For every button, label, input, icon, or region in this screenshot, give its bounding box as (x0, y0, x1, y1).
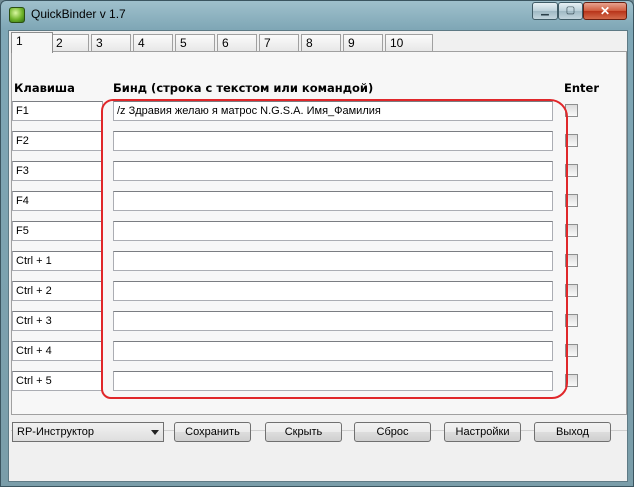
exit-button[interactable]: Выход (534, 422, 611, 442)
key-field[interactable]: F1 (12, 101, 103, 121)
bind-field[interactable] (113, 131, 553, 151)
enter-checkbox[interactable] (565, 284, 578, 297)
tab-10[interactable]: 10 (385, 34, 433, 52)
key-field[interactable]: Ctrl + 1 (12, 251, 103, 271)
profile-select-value: RP-Инструктор (17, 426, 95, 438)
window-title: QuickBinder v 1.7 (31, 7, 126, 21)
app-icon (9, 7, 25, 23)
tab-8[interactable]: 8 (301, 34, 341, 52)
tab-7[interactable]: 7 (259, 34, 299, 52)
reset-button[interactable]: Сброс (354, 422, 431, 442)
key-field[interactable]: F5 (12, 221, 103, 241)
key-field[interactable]: Ctrl + 4 (12, 341, 103, 361)
bind-field[interactable] (113, 191, 553, 211)
chevron-down-icon (151, 430, 159, 435)
app-window: QuickBinder v 1.7 ▁ ▢ ✕ 1 2 3 4 5 6 7 8 9 10 Клав… (0, 0, 634, 487)
settings-button[interactable]: Настройки (444, 422, 521, 442)
hide-button[interactable]: Скрыть (265, 422, 342, 442)
enter-checkbox[interactable] (565, 254, 578, 267)
key-field[interactable]: F4 (12, 191, 103, 211)
profile-select[interactable]: RP-Инструктор (12, 422, 164, 442)
minimize-icon: ▁ (541, 5, 549, 16)
minimize-button[interactable]: ▁ (532, 2, 558, 20)
key-field[interactable]: Ctrl + 2 (12, 281, 103, 301)
maximize-button[interactable]: ▢ (558, 2, 583, 20)
key-field[interactable]: Ctrl + 5 (12, 371, 103, 391)
bind-field[interactable] (113, 221, 553, 241)
title-bar[interactable]: QuickBinder v 1.7 ▁ ▢ ✕ (1, 1, 633, 29)
enter-checkbox[interactable] (565, 164, 578, 177)
tab-9[interactable]: 9 (343, 34, 383, 52)
bind-field[interactable] (113, 251, 553, 271)
save-button[interactable]: Сохранить (174, 422, 251, 442)
tab-2[interactable]: 2 (51, 34, 89, 52)
header-enter: Enter (564, 81, 600, 95)
enter-checkbox[interactable] (565, 104, 578, 117)
enter-checkbox[interactable] (565, 224, 578, 237)
bind-field[interactable] (113, 371, 553, 391)
maximize-icon: ▢ (565, 5, 576, 16)
tab-3[interactable]: 3 (91, 34, 131, 52)
enter-checkbox[interactable] (565, 134, 578, 147)
bind-field[interactable]: /z Здравия желаю я матрос N.G.S.A. Имя_Ф… (113, 101, 553, 121)
tab-6[interactable]: 6 (217, 34, 257, 52)
bind-field[interactable] (113, 161, 553, 181)
enter-checkbox[interactable] (565, 194, 578, 207)
key-field[interactable]: F3 (12, 161, 103, 181)
tab-1[interactable]: 1 (11, 32, 53, 53)
enter-checkbox[interactable] (565, 314, 578, 327)
tab-5[interactable]: 5 (175, 34, 215, 52)
client-area: 1 2 3 4 5 6 7 8 9 10 Клавиша Бинд (строка с текст… (8, 30, 628, 482)
enter-checkbox[interactable] (565, 374, 578, 387)
header-bind: Бинд (строка с текстом или командой) (113, 81, 374, 95)
bind-field[interactable] (113, 311, 553, 331)
enter-checkbox[interactable] (565, 344, 578, 357)
bind-field[interactable] (113, 281, 553, 301)
key-field[interactable]: Ctrl + 3 (12, 311, 103, 331)
bind-field[interactable] (113, 341, 553, 361)
key-field[interactable]: F2 (12, 131, 103, 151)
header-key: Клавиша (14, 81, 75, 95)
close-button[interactable]: ✕ (583, 2, 627, 20)
tab-strip: 1 2 3 4 5 6 7 8 9 10 (9, 32, 627, 53)
close-icon: ✕ (599, 4, 611, 18)
tab-4[interactable]: 4 (133, 34, 173, 52)
